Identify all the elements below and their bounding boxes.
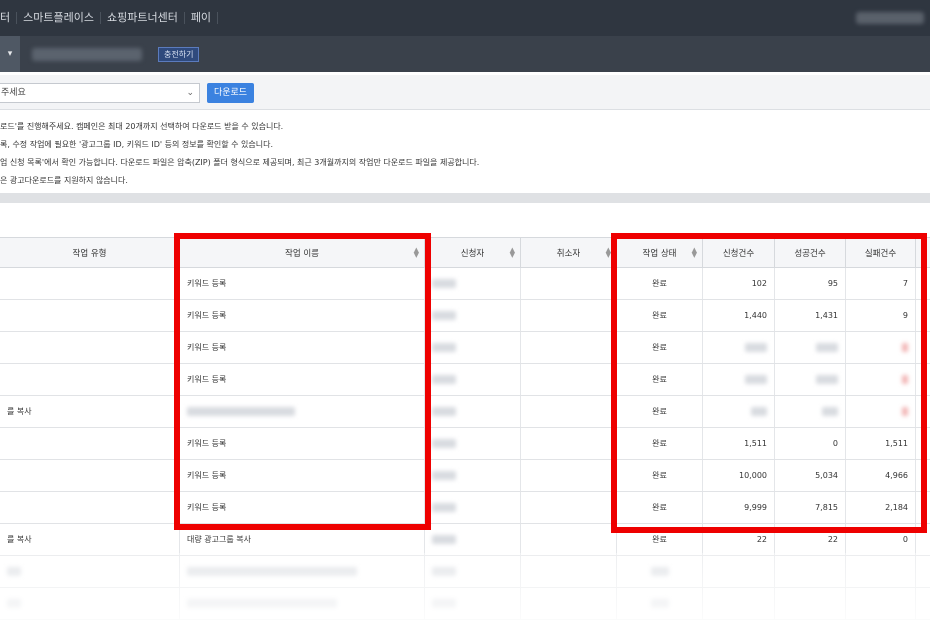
cell-requester-blurred (425, 332, 521, 363)
blur-overlay (0, 553, 930, 620)
nav-item-smartplace[interactable]: 스마트플레이스 (17, 12, 101, 24)
cell-canceller (521, 396, 617, 427)
nav-item-partial[interactable]: 터 (0, 12, 18, 24)
charge-button[interactable]: 충전하기 (158, 46, 200, 62)
column-header-label: 신청자 (460, 248, 485, 259)
cell-job-type: 를 복사 (0, 396, 180, 427)
cell-canceller (521, 268, 617, 299)
cell-canceller (521, 300, 617, 331)
section-divider (0, 193, 930, 203)
cell-job-type (0, 492, 180, 523)
nav-item-pay[interactable]: 페이 (185, 12, 219, 24)
notice-text: 로드'를 진행해주세요. 캠페인은 최대 20개까지 선택하여 다운로드 받을 … (0, 118, 930, 190)
cell-requester-blurred (425, 364, 521, 395)
campaign-select-value: 주세요 (1, 88, 26, 98)
cell-requester-blurred (425, 524, 521, 555)
cell-canceller (521, 492, 617, 523)
cell-job-type (0, 268, 180, 299)
notice-line-3: 업 신청 목록'에서 확인 가능합니다. 다운로드 파일은 압축(ZIP) 폴더… (0, 158, 480, 167)
notice-line-2: 록, 수정 작업에 필요한 '광고그룹 ID, 키워드 ID' 등의 정보를 확… (0, 140, 274, 149)
chevron-down-icon: ▾ (7, 49, 13, 59)
cell-requester-blurred (425, 460, 521, 491)
column-header-requester[interactable]: 신청자 ▲ ▼ (425, 238, 521, 267)
account-name-blurred (32, 47, 142, 61)
account-dropdown-toggle[interactable]: ▾ (0, 36, 20, 72)
column-header-label: 취소자 (556, 248, 581, 259)
cell-requester-blurred (425, 428, 521, 459)
notice-line-1: 로드'를 진행해주세요. 캠페인은 최대 20개까지 선택하여 다운로드 받을 … (0, 122, 284, 131)
sort-icon[interactable]: ▲ ▼ (510, 247, 515, 259)
highlight-box-status-counts (611, 233, 927, 533)
cell-canceller (521, 428, 617, 459)
cell-requester-blurred (425, 300, 521, 331)
user-info-blurred[interactable] (856, 12, 924, 24)
account-bar: ▾ 충전하기 (0, 36, 930, 72)
cell-job-type (0, 428, 180, 459)
chevron-down-icon: ⌄ (186, 88, 194, 98)
cell-canceller (521, 364, 617, 395)
column-header-canceller[interactable]: 취소자 ▲ ▼ (521, 238, 617, 267)
campaign-select[interactable]: 주세요 ⌄ (0, 83, 200, 103)
cell-job-type (0, 364, 180, 395)
column-header-job-type[interactable]: 작업 유형 (0, 238, 180, 267)
column-header-label: 작업 유형 (72, 248, 107, 259)
highlight-box-job-name (174, 233, 431, 530)
nav-item-shopping-partner-center[interactable]: 쇼핑파트너센터 (101, 12, 185, 24)
cell-job-type: 를 복사 (0, 524, 180, 555)
cell-requester-blurred (425, 492, 521, 523)
notice-line-4: 은 광고다운로드를 지원하지 않습니다. (0, 176, 128, 185)
filter-bar: 주세요 ⌄ 다운로드 (0, 75, 930, 110)
cell-requester-blurred (425, 396, 521, 427)
cell-job-type (0, 332, 180, 363)
download-button[interactable]: 다운로드 (207, 83, 254, 103)
cell-canceller (521, 460, 617, 491)
top-navigation: 터 스마트플레이스 쇼핑파트너센터 페이 (0, 0, 930, 36)
cell-requester-blurred (425, 268, 521, 299)
cell-job-type (0, 300, 180, 331)
cell-canceller (521, 524, 617, 555)
cell-job-type (0, 460, 180, 491)
cell-canceller (521, 332, 617, 363)
